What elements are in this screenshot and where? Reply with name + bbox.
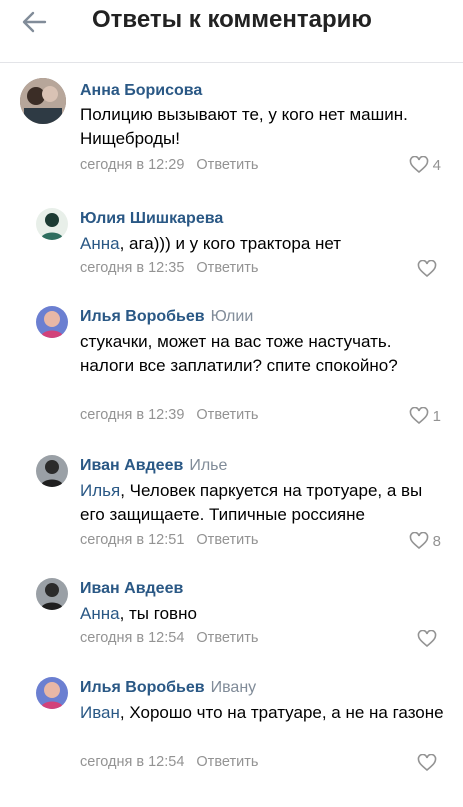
- like-count: 4: [432, 156, 441, 174]
- author-name[interactable]: Илья Воробьев Юлии: [80, 308, 253, 326]
- comment-text: стукачки, может на вас тоже настучать. н…: [80, 332, 398, 375]
- arrow-left-icon: [22, 11, 47, 33]
- author-name[interactable]: Анна Борисова: [80, 82, 202, 100]
- comment-meta: сегодня в 12:39 Ответить: [80, 407, 258, 423]
- timestamp: сегодня в 12:54: [80, 754, 185, 770]
- author-name[interactable]: Илья Воробьев Ивану: [80, 679, 256, 697]
- comment-item: Иван Авдеев Анна, ты говно сегодня в 12:…: [0, 578, 463, 658]
- avatar[interactable]: [36, 208, 68, 240]
- comment-text: Анна, ты говно: [80, 604, 197, 623]
- timestamp: сегодня в 12:29: [80, 157, 185, 173]
- reply-button[interactable]: Ответить: [196, 630, 258, 646]
- comment-item: Илья Воробьев Ивану Иван, Хорошо что на т…: [0, 677, 463, 783]
- comment-text: Илья, Человек паркуется на тротуаре, а в…: [80, 481, 423, 524]
- comment-meta: сегодня в 12:51 Ответить: [80, 532, 258, 548]
- timestamp: сегодня в 12:39: [80, 407, 185, 423]
- like-count: 8: [432, 532, 441, 550]
- avatar[interactable]: [20, 78, 66, 124]
- comment-item: Анна Борисова Полицию вызывают те, у ког…: [0, 78, 463, 188]
- timestamp: сегодня в 12:35: [80, 260, 185, 276]
- comment-meta: сегодня в 12:54 Ответить: [80, 754, 258, 770]
- author-name[interactable]: Иван Авдеев: [80, 580, 183, 598]
- comment-meta: сегодня в 12:35 Ответить: [80, 260, 258, 276]
- like-button[interactable]: [417, 260, 441, 278]
- heart-icon: [417, 630, 437, 648]
- comment-text: Полицию вызывают те, у кого нет машин. Н…: [80, 105, 408, 148]
- reply-button[interactable]: Ответить: [196, 532, 258, 548]
- mention-link[interactable]: Илья: [80, 481, 120, 500]
- comment-meta: сегодня в 12:54 Ответить: [80, 630, 258, 646]
- reply-target[interactable]: Илье: [189, 457, 227, 474]
- heart-icon: [417, 260, 437, 278]
- like-button[interactable]: 8: [409, 532, 441, 550]
- like-button[interactable]: 4: [409, 156, 441, 174]
- reply-target[interactable]: Юлии: [211, 308, 254, 325]
- heart-icon: [409, 532, 428, 550]
- comment-text: Анна, ага))) и у кого трактора нет: [80, 234, 342, 253]
- comment-meta: сегодня в 12:29 Ответить: [80, 157, 258, 173]
- timestamp: сегодня в 12:51: [80, 532, 185, 548]
- comment-item: Юлия Шишкарева Анна, ага))) и у кого тра…: [0, 208, 463, 288]
- reply-button[interactable]: Ответить: [196, 754, 258, 770]
- like-button[interactable]: [417, 754, 441, 772]
- heart-icon: [409, 156, 428, 174]
- top-bar: Ответы к комментарию: [0, 0, 463, 63]
- avatar[interactable]: [36, 578, 68, 610]
- author-name[interactable]: Юлия Шишкарева: [80, 210, 223, 228]
- avatar[interactable]: [36, 455, 68, 487]
- comment-item: Иван Авдеев Илье Илья, Человек паркуется …: [0, 455, 463, 561]
- reply-button[interactable]: Ответить: [196, 157, 258, 173]
- comment-text: Иван, Хорошо что на тратуаре, а не на га…: [80, 703, 444, 722]
- reply-button[interactable]: Ответить: [196, 407, 258, 423]
- comment-item: Илья Воробьев Юлии стукачки, может на вас…: [0, 306, 463, 436]
- mention-link[interactable]: Иван: [80, 703, 120, 722]
- author-name[interactable]: Иван Авдеев Илье: [80, 457, 227, 475]
- reply-target[interactable]: Ивану: [211, 679, 257, 696]
- like-button[interactable]: [417, 630, 441, 648]
- page-title: Ответы к комментарию: [92, 6, 372, 33]
- back-button[interactable]: [20, 8, 48, 36]
- heart-icon: [417, 754, 437, 772]
- like-button[interactable]: 1: [409, 407, 441, 425]
- mention-link[interactable]: Анна: [80, 604, 120, 623]
- mention-link[interactable]: Анна: [80, 234, 120, 253]
- like-count: 1: [432, 407, 441, 425]
- heart-icon: [409, 407, 428, 425]
- reply-button[interactable]: Ответить: [196, 260, 258, 276]
- avatar[interactable]: [36, 306, 68, 338]
- timestamp: сегодня в 12:54: [80, 630, 185, 646]
- avatar[interactable]: [36, 677, 68, 709]
